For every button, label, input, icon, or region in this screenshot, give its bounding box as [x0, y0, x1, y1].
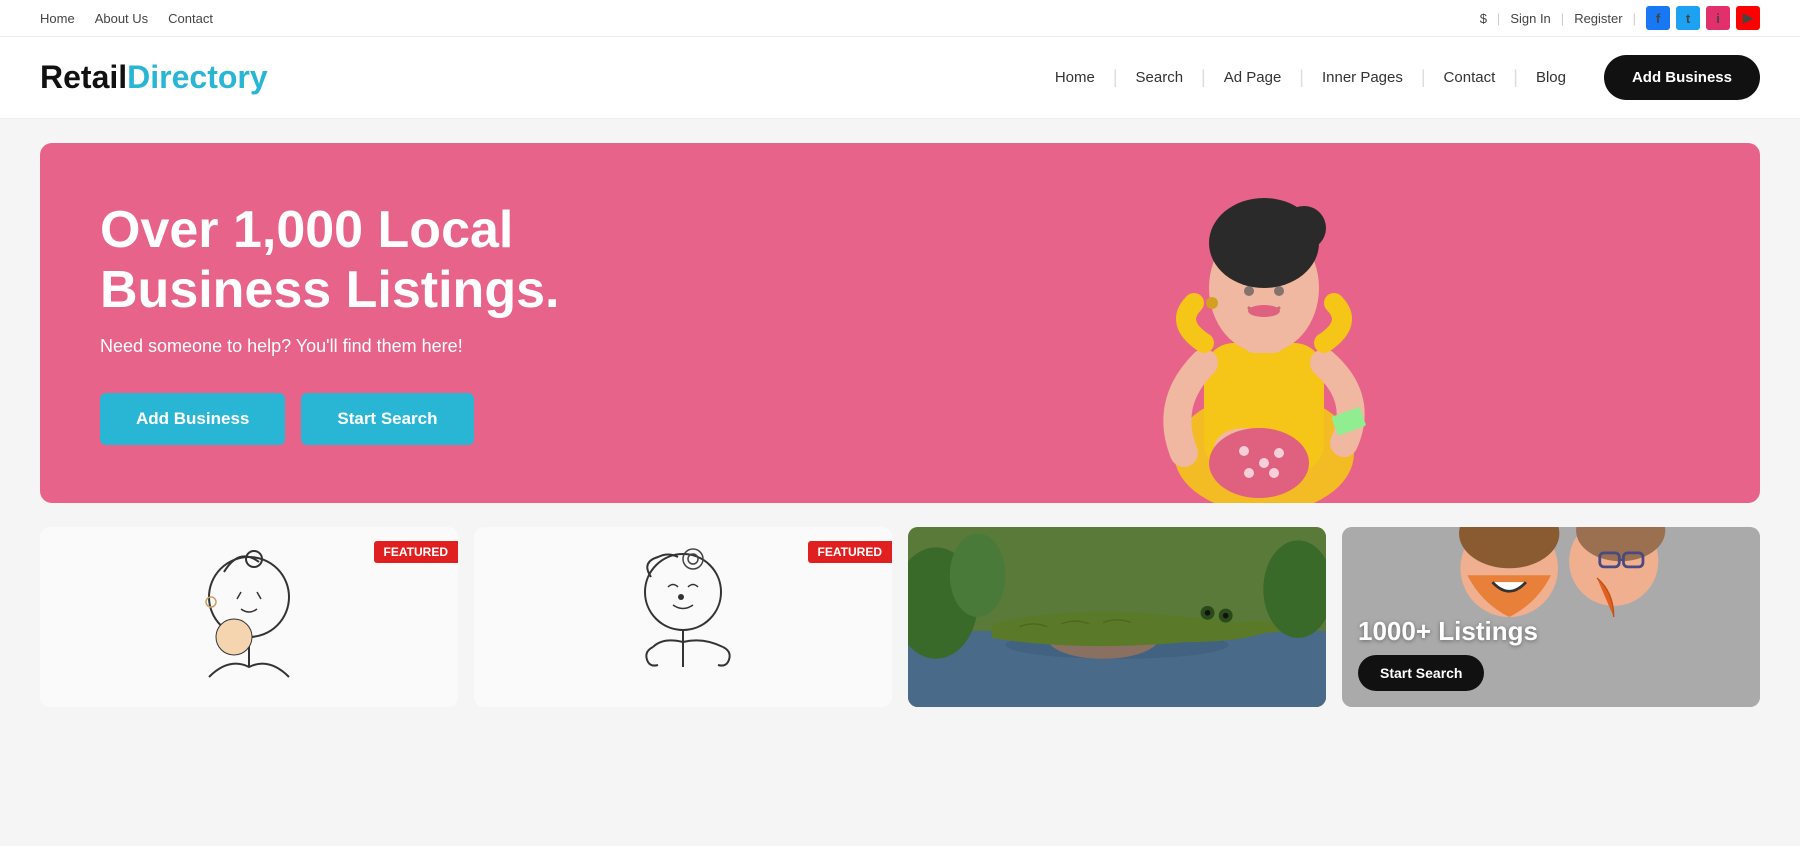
card-1: FEATURED	[40, 527, 458, 707]
nav-innerpages[interactable]: Inner Pages	[1304, 69, 1421, 86]
main-nav: RetailDirectory Home | Search | Ad Page …	[0, 37, 1800, 119]
topbar-contact-link[interactable]: Contact	[168, 11, 213, 26]
hero-add-business-button[interactable]: Add Business	[100, 393, 285, 445]
divider: |	[1561, 11, 1564, 26]
currency-icon: $	[1480, 11, 1487, 26]
crocodile-scene	[908, 527, 1326, 707]
card-photo	[908, 527, 1326, 707]
hero-image	[728, 143, 1760, 503]
card-4: 1000+ Listings Start Search	[1342, 527, 1760, 707]
add-business-button[interactable]: Add Business	[1604, 55, 1760, 100]
facebook-icon[interactable]: f	[1646, 6, 1670, 30]
cards-section: FEATURED	[40, 527, 1760, 707]
social-icons: f t i ▶	[1646, 6, 1760, 30]
card-2: FEATURED	[474, 527, 892, 707]
hero-content: Over 1,000 Local Business Listings. Need…	[40, 151, 640, 496]
sign-in-link[interactable]: Sign In	[1510, 11, 1550, 26]
nav-blog[interactable]: Blog	[1518, 69, 1584, 86]
topbar-about-link[interactable]: About Us	[95, 11, 148, 26]
card-listings: 1000+ Listings Start Search	[1342, 527, 1760, 707]
nav-contact[interactable]: Contact	[1426, 69, 1514, 86]
listings-count: 1000+ Listings	[1358, 616, 1744, 647]
hero-banner: Over 1,000 Local Business Listings. Need…	[40, 143, 1760, 503]
topbar-home-link[interactable]: Home	[40, 11, 75, 26]
card-3	[908, 527, 1326, 707]
listings-overlay: 1000+ Listings Start Search	[1342, 600, 1760, 707]
twitter-icon[interactable]: t	[1676, 6, 1700, 30]
instagram-icon[interactable]: i	[1706, 6, 1730, 30]
start-search-card-button[interactable]: Start Search	[1358, 655, 1484, 691]
hero-subtitle: Need someone to help? You'll find them h…	[100, 336, 580, 357]
topbar-right: $ | Sign In | Register | f t i ▶	[1480, 6, 1760, 30]
register-link[interactable]: Register	[1574, 11, 1622, 26]
topbar-nav: Home About Us Contact	[40, 11, 213, 26]
top-bar: Home About Us Contact $ | Sign In | Regi…	[0, 0, 1800, 37]
featured-badge-1: FEATURED	[374, 541, 458, 563]
hero-woman-illustration	[1034, 143, 1454, 503]
face-art-1	[169, 537, 329, 697]
logo-retail: Retail	[40, 59, 127, 95]
divider: |	[1633, 11, 1636, 26]
hero-start-search-button[interactable]: Start Search	[301, 393, 473, 445]
nav-adpage[interactable]: Ad Page	[1206, 69, 1300, 86]
logo-directory: Directory	[127, 59, 268, 95]
nav-search[interactable]: Search	[1118, 69, 1202, 86]
hero-buttons: Add Business Start Search	[100, 393, 580, 445]
nav-home[interactable]: Home	[1037, 69, 1113, 86]
hero-title: Over 1,000 Local Business Listings.	[100, 201, 580, 321]
nav-links: Home | Search | Ad Page | Inner Pages | …	[1037, 55, 1760, 100]
logo[interactable]: RetailDirectory	[40, 59, 268, 96]
youtube-icon[interactable]: ▶	[1736, 6, 1760, 30]
divider: |	[1497, 11, 1500, 26]
featured-badge-2: FEATURED	[808, 541, 892, 563]
face-art-2	[603, 537, 763, 697]
